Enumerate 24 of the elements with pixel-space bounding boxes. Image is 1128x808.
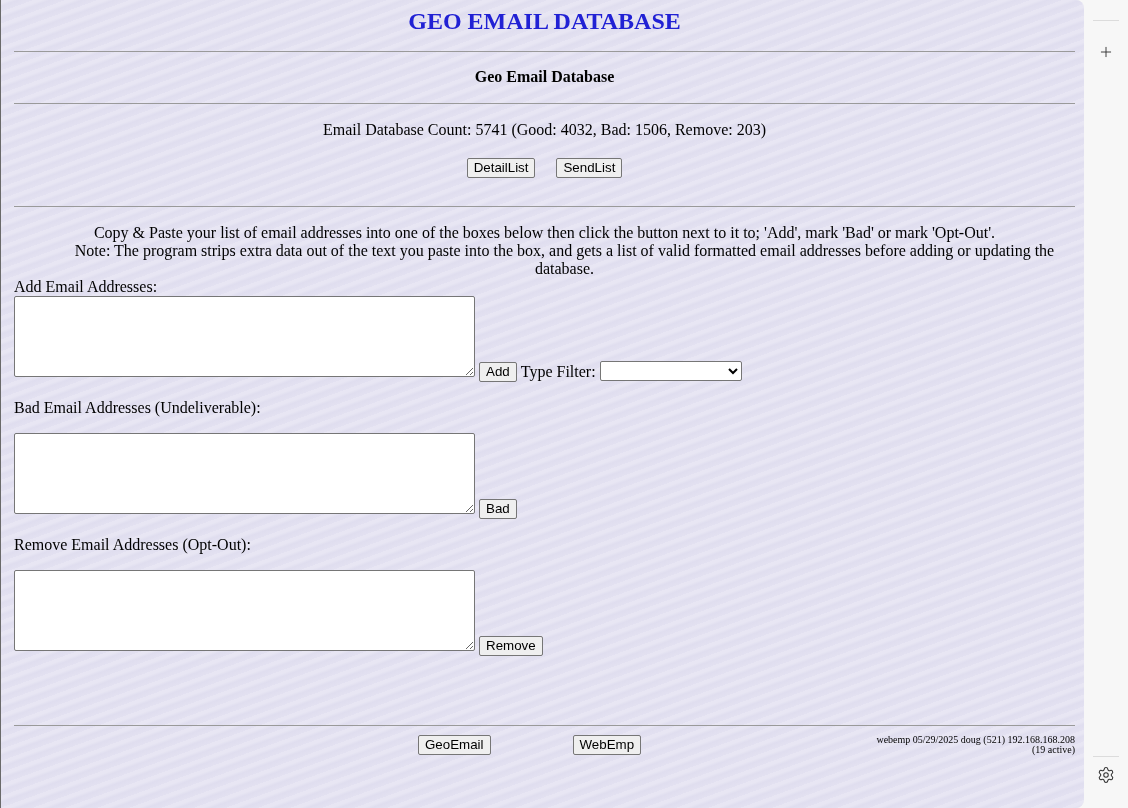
status-text: (19 active): [1031, 745, 1075, 755]
settings-icon[interactable]: [1097, 766, 1115, 784]
field-label: Remove Email Addresses (Opt-Out):: [14, 536, 251, 554]
filter-label: Type Filter:: [520, 362, 596, 382]
plus-icon[interactable]: [1098, 44, 1114, 60]
list-button[interactable]: DetailList: [466, 158, 536, 178]
page-title: GEO EMAIL DATABASE: [407, 7, 682, 35]
field-label: Add Email Addresses:: [14, 278, 158, 296]
nav-button[interactable]: GeoEmail: [418, 735, 491, 755]
instruction-text: Copy & Paste your list of email addresses into one of the boxes below then click the button next to it to; 'Add', mark 'Bad' or mark 'Opt-Out'.: [92, 224, 997, 242]
email-input-field[interactable]: [14, 296, 475, 377]
nav-button[interactable]: WebEmp: [572, 735, 642, 755]
type-filter-select[interactable]: [599, 361, 742, 381]
add-button[interactable]: Add: [479, 362, 517, 382]
bad-button[interactable]: Bad: [479, 499, 517, 519]
field-label: Bad Email Addresses (Undeliverable):: [14, 399, 261, 417]
list-button[interactable]: SendList: [556, 158, 623, 178]
page-subtitle: Geo Email Database: [473, 68, 616, 86]
email-input-field[interactable]: [14, 433, 475, 514]
note-text: Note: The program strips extra data out of the text you paste into the box, and gets a list of valid formatted email addresses before adding or updating the database.: [73, 242, 1056, 278]
email-input-field[interactable]: [14, 570, 475, 651]
status-text: webemp 05/29/2025 doug (521) 192.168.168.208: [876, 735, 1075, 745]
count-text: Email Database Count: 5741 (Good: 4032, Bad: 1506, Remove: 203): [321, 121, 767, 139]
remove-button[interactable]: Remove: [479, 636, 543, 656]
